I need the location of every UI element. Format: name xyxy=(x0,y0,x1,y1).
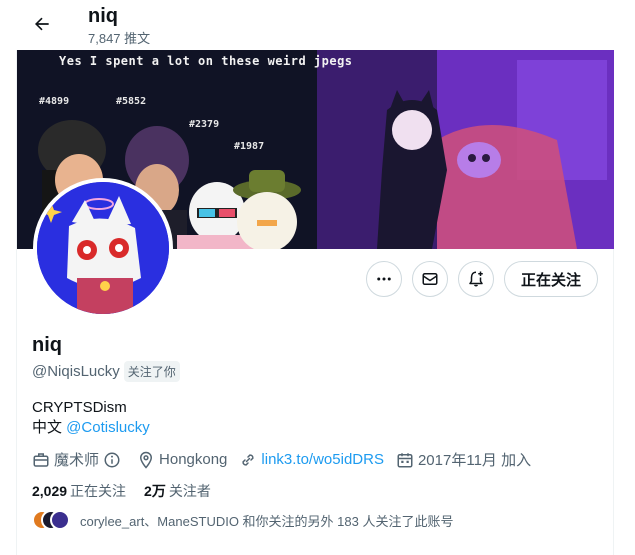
bio-mention-link[interactable]: @Cotislucky xyxy=(66,419,150,436)
banner-tag: #2379 xyxy=(189,119,220,130)
bio-text: 中文 xyxy=(32,419,67,436)
following-label: 正在关注 xyxy=(70,483,127,499)
banner-caption: Yes I spent a lot on these weird jpegs xyxy=(59,54,353,68)
back-button[interactable] xyxy=(24,6,60,42)
mail-icon xyxy=(422,273,438,285)
banner-tag: #4899 xyxy=(39,96,70,107)
banner-tag: #5852 xyxy=(116,96,147,107)
followers-label: 关注者 xyxy=(168,483,211,499)
briefcase-icon xyxy=(33,452,49,467)
profile-meta: 魔术师 Hongkong link3.to/wo5idDRS 2017年11月 … xyxy=(32,449,543,470)
location-item: Hongkong xyxy=(137,451,227,469)
joined-item: 2017年11月 加入 xyxy=(396,449,531,470)
profile-name: niq xyxy=(32,334,62,356)
profile-bio: CRYPTSDism 中文 @Cotislucky xyxy=(32,398,150,438)
avatar[interactable] xyxy=(33,178,173,318)
profession-text: 魔术师 xyxy=(54,452,100,469)
location-pin-icon xyxy=(140,451,153,469)
location-text: Hongkong xyxy=(159,451,228,468)
followers-stat[interactable]: 2万 关注者 xyxy=(144,481,211,501)
mutual-text: corylee_art、ManeSTUDIO 和你关注的另外 183 人关注了此… xyxy=(80,513,454,529)
profile-actions: 正在关注 xyxy=(365,261,598,297)
more-icon xyxy=(377,277,391,281)
calendar-icon xyxy=(397,452,413,467)
following-button[interactable]: 正在关注 xyxy=(503,261,598,297)
avatar-art xyxy=(37,182,169,314)
follows-you-badge: 关注了你 xyxy=(123,361,180,382)
header-title: niq xyxy=(88,5,118,27)
message-button[interactable] xyxy=(411,261,448,297)
follow-stats: 2,029 正在关注 2万 关注者 xyxy=(32,481,229,501)
profile-header-bar: niq 7,847 推文 xyxy=(0,0,635,50)
profession-item: 魔术师 xyxy=(32,449,125,470)
mutual-followers[interactable]: corylee_art、ManeSTUDIO 和你关注的另外 183 人关注了此… xyxy=(32,510,453,530)
banner-tag: #1987 xyxy=(234,141,265,152)
handle-row: @NiqisLucky 关注了你 xyxy=(32,361,180,382)
link-icon xyxy=(242,453,255,466)
mutual-avatar xyxy=(50,510,70,530)
info-icon[interactable] xyxy=(103,451,121,469)
more-button[interactable] xyxy=(365,261,402,297)
following-count: 2,029 xyxy=(32,483,68,499)
following-stat[interactable]: 2,029 正在关注 xyxy=(32,481,126,501)
mutual-avatars xyxy=(32,510,72,530)
website-link[interactable]: link3.to/wo5idDRS xyxy=(261,451,384,468)
followers-count: 2万 xyxy=(144,483,166,499)
arrow-left-icon xyxy=(35,17,49,31)
bio-line: 中文 @Cotislucky xyxy=(32,418,150,438)
bell-plus-icon xyxy=(469,271,483,287)
bio-line: CRYPTSDism xyxy=(32,399,127,416)
notify-button[interactable] xyxy=(457,261,494,297)
joined-text: 2017年11月 加入 xyxy=(417,452,532,469)
tweet-count: 7,847 推文 xyxy=(88,31,151,46)
website-item: link3.to/wo5idDRS xyxy=(239,451,384,469)
profile-handle: @NiqisLucky xyxy=(32,363,120,380)
